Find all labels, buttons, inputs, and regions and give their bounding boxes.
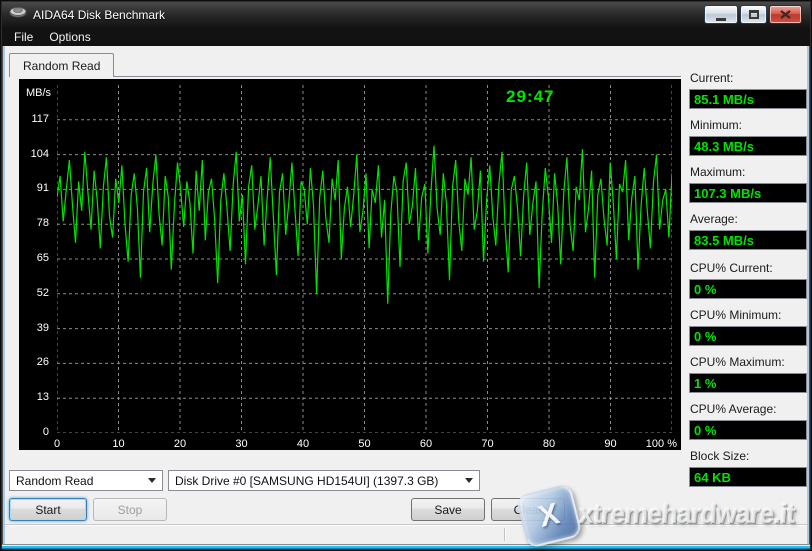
x-tick-label: 40: [297, 438, 309, 450]
start-button[interactable]: Start: [9, 498, 87, 521]
y-tick-label: 78: [19, 217, 49, 229]
app-window: AIDA64 Disk Benchmark File Options Rando…: [0, 0, 812, 551]
stat-value: 64 KB: [689, 467, 807, 487]
y-tick-label: 39: [19, 322, 49, 334]
maximize-icon: [749, 10, 759, 19]
stat-item: CPU% Current: 0 %: [689, 261, 807, 299]
x-tick-label: 90: [604, 438, 616, 450]
test-type-select[interactable]: Random Read: [9, 470, 163, 491]
stat-item: Average: 83.5 MB/s: [689, 212, 807, 250]
stat-label: CPU% Average:: [690, 402, 807, 416]
stat-label: CPU% Maximum:: [690, 355, 807, 369]
stat-label: Minimum:: [690, 118, 807, 132]
x-tick-label: 0: [54, 438, 60, 450]
elapsed-timer: 29:47: [506, 87, 554, 107]
stat-value: 0 %: [689, 279, 807, 299]
stop-button[interactable]: Stop: [93, 498, 167, 521]
test-type-value: Random Read: [16, 474, 93, 488]
menu-item-options[interactable]: Options: [41, 30, 98, 44]
window-frame-right: [807, 46, 810, 544]
stat-value: 0 %: [689, 420, 807, 440]
y-tick-label: 52: [19, 287, 49, 299]
titlebar[interactable]: AIDA64 Disk Benchmark: [2, 2, 810, 27]
x-tick-label: 60: [420, 438, 432, 450]
x-tick-label: 70: [481, 438, 493, 450]
y-axis-unit-label: MB/s: [26, 87, 51, 99]
app-icon: [9, 5, 27, 24]
client-area: Random Read MB/s 0 13 26 39 52 65 78 91 104 117 0…: [5, 46, 807, 544]
window-frame-bottom: [2, 544, 810, 549]
stat-value: 85.1 MB/s: [689, 89, 807, 109]
y-tick-label: 65: [19, 252, 49, 264]
stat-label: CPU% Minimum:: [690, 308, 807, 322]
stat-label: CPU% Current:: [690, 261, 807, 275]
maximize-button[interactable]: [740, 5, 767, 24]
y-tick-label: 91: [19, 182, 49, 194]
x-tick-label: 30: [235, 438, 247, 450]
x-tick-label: 100 %: [646, 438, 677, 450]
stat-label: Block Size:: [690, 449, 807, 463]
stat-label: Current:: [690, 71, 807, 85]
stat-item: Minimum: 48.3 MB/s: [689, 118, 807, 156]
x-tick-label: 80: [543, 438, 555, 450]
stat-value: 48.3 MB/s: [689, 136, 807, 156]
x-tick-label: 10: [112, 438, 124, 450]
stat-item: CPU% Maximum: 1 %: [689, 355, 807, 393]
minimize-button[interactable]: [704, 5, 738, 24]
x-tick-label: 20: [174, 438, 186, 450]
stat-item: CPU% Minimum: 0 %: [689, 308, 807, 346]
y-tick-label: 13: [19, 391, 49, 403]
stat-item: Current: 85.1 MB/s: [689, 71, 807, 109]
stat-item: Maximum: 107.3 MB/s: [689, 165, 807, 203]
stat-label: Maximum:: [690, 165, 807, 179]
benchmark-chart: MB/s 0 13 26 39 52 65 78 91 104 117 0 10 20 30 40 50 60…: [19, 79, 681, 450]
stat-value: 0 %: [689, 326, 807, 346]
x-tick-label: 50: [358, 438, 370, 450]
y-tick-label: 104: [19, 148, 49, 160]
tab-random-read[interactable]: Random Read: [9, 53, 114, 77]
stat-value: 107.3 MB/s: [689, 183, 807, 203]
drive-value: Disk Drive #0 [SAMSUNG HD154UI] (1397.3 …: [175, 474, 438, 488]
dropdown-arrow-icon: [465, 478, 473, 483]
menubar: File Options: [2, 27, 810, 46]
close-button[interactable]: [769, 5, 802, 24]
stat-label: Average:: [690, 212, 807, 226]
dropdown-arrow-icon: [148, 478, 156, 483]
status-bar: [5, 524, 807, 544]
stats-panel: Current: 85.1 MB/s Minimum: 48.3 MB/s Maximu…: [689, 71, 807, 496]
y-tick-label: 26: [19, 356, 49, 368]
stat-item: CPU% Average: 0 %: [689, 402, 807, 440]
save-button[interactable]: Save: [411, 498, 485, 521]
y-tick-label: 117: [19, 113, 49, 125]
menu-item-file[interactable]: File: [6, 30, 41, 44]
stat-value: 1 %: [689, 373, 807, 393]
status-divider: [504, 528, 505, 541]
stat-item: Block Size: 64 KB: [689, 449, 807, 487]
close-icon: [780, 10, 791, 19]
y-tick-label: 0: [19, 426, 49, 438]
window-title: AIDA64 Disk Benchmark: [33, 8, 165, 22]
clear-button[interactable]: Clear: [491, 498, 565, 521]
stat-value: 83.5 MB/s: [689, 230, 807, 250]
drive-select[interactable]: Disk Drive #0 [SAMSUNG HD154UI] (1397.3 …: [168, 470, 480, 491]
minimize-icon: [716, 18, 726, 21]
chart-plot: [57, 85, 672, 433]
